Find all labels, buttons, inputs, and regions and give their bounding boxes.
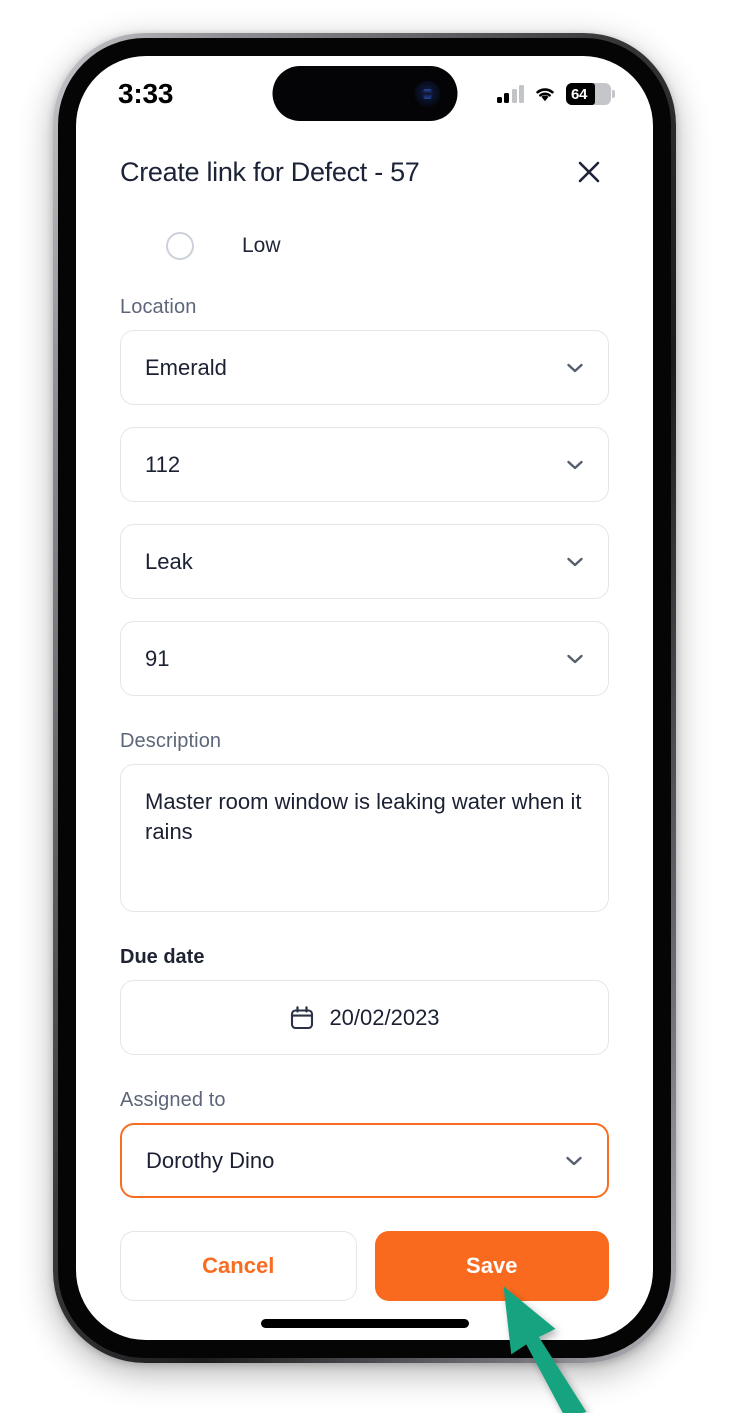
wifi-icon <box>536 88 554 102</box>
sheet-body: Low Location Emerald 112 Leak 91 Descrip… <box>76 202 653 1215</box>
unit-select-value: 112 <box>145 451 181 477</box>
priority-option-low[interactable]: Low <box>120 202 609 296</box>
defect-type-select-value: Leak <box>145 548 193 574</box>
status-bar: 3:33 64 <box>76 56 653 128</box>
location-label: Location <box>120 296 197 318</box>
battery-indicator: 64 <box>566 83 615 105</box>
defect-code-select[interactable]: 91 <box>120 621 609 696</box>
page-title: Create link for Defect - 57 <box>120 156 420 187</box>
defect-code-select-value: 91 <box>145 645 170 671</box>
save-button[interactable]: Save <box>374 1231 609 1301</box>
location-select[interactable]: Emerald <box>120 330 609 405</box>
chevron-down-icon <box>567 557 583 566</box>
defect-type-select[interactable]: Leak <box>120 524 609 599</box>
close-button[interactable] <box>569 152 609 192</box>
phone-frame: 3:33 64 Create link for Defect - 57 Low … <box>53 33 676 1363</box>
description-value: Master room window is leaking water when… <box>145 789 588 845</box>
due-date-value: 20/02/2023 <box>329 1004 440 1030</box>
cellular-signal-icon <box>496 85 524 103</box>
due-date-label: Due date <box>120 946 205 968</box>
due-date-picker[interactable]: 20/02/2023 <box>120 980 609 1055</box>
phone-screen: 3:33 64 Create link for Defect - 57 Low … <box>76 56 653 1340</box>
battery-cap <box>612 90 615 98</box>
screenshot-root: 3:33 64 Create link for Defect - 57 Low … <box>0 0 729 1413</box>
battery-percent-label: 64 <box>571 85 588 103</box>
close-icon <box>578 161 600 183</box>
priority-label-low: Low <box>242 234 281 257</box>
chevron-down-icon <box>566 1156 582 1165</box>
status-bar-clock: 3:33 <box>118 78 174 109</box>
location-select-value: Emerald <box>145 354 227 380</box>
unit-select[interactable]: 112 <box>120 427 609 502</box>
phone-bezel: 3:33 64 Create link for Defect - 57 Low … <box>58 38 671 1358</box>
assigned-to-label: Assigned to <box>120 1089 226 1111</box>
radio-unchecked-icon[interactable] <box>166 232 194 260</box>
chevron-down-icon <box>567 654 583 663</box>
description-label: Description <box>120 730 222 752</box>
chevron-down-icon <box>567 363 583 372</box>
chevron-down-icon <box>567 460 583 469</box>
create-link-sheet: Create link for Defect - 57 Low Location… <box>76 128 653 1340</box>
sheet-footer: Cancel Save <box>76 1215 653 1301</box>
status-bar-indicators: 64 <box>496 83 615 105</box>
dynamic-island <box>272 66 457 121</box>
home-indicator[interactable] <box>260 1319 469 1328</box>
cancel-button[interactable]: Cancel <box>120 1231 357 1301</box>
assigned-to-select-value: Dorothy Dino <box>146 1147 275 1173</box>
calendar-icon <box>291 1005 314 1029</box>
assigned-to-select[interactable]: Dorothy Dino <box>120 1123 609 1198</box>
front-camera-icon <box>414 80 440 107</box>
description-input[interactable]: Master room window is leaking water when… <box>120 764 609 912</box>
sheet-header: Create link for Defect - 57 <box>76 128 653 202</box>
